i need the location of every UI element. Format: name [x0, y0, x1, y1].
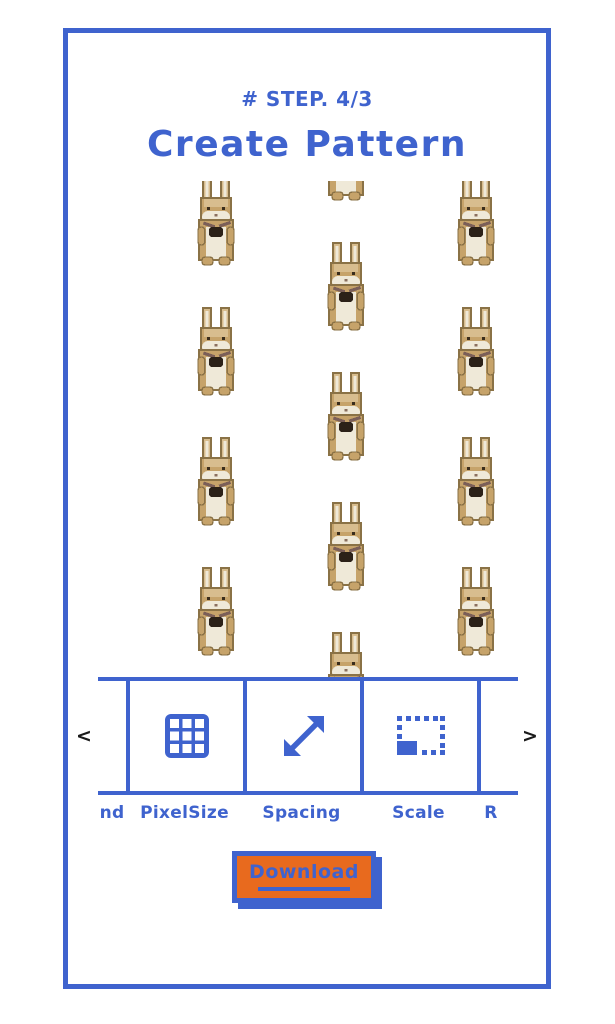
tool-label-spacing: Spacing: [262, 803, 341, 823]
tool-label-clipped-left: nd: [99, 803, 125, 823]
tool-cell-clipped-left[interactable]: [98, 681, 126, 791]
pattern-motif-rabbit: [444, 181, 508, 269]
pattern-motif-rabbit: [314, 498, 378, 594]
pattern-column-3: [444, 181, 508, 677]
download-button[interactable]: Download: [232, 851, 382, 909]
pattern-motif-rabbit: [314, 628, 378, 677]
header: # STEP. 4/3 Create Pattern: [68, 33, 546, 163]
pattern-motif-rabbit: [184, 563, 248, 659]
pattern-motif-rabbit: [184, 303, 248, 399]
tool-carousel: < > nd PixelSize Spacing Scale R: [68, 677, 546, 837]
download-area: Download: [68, 851, 546, 909]
pattern-motif-rabbit: [314, 238, 378, 334]
tool-label-row: nd PixelSize Spacing Scale R: [98, 799, 518, 827]
step-label: # STEP. 4/3: [241, 87, 373, 111]
pattern-motif-rabbit: [184, 181, 248, 269]
pattern-motif-rabbit: [314, 368, 378, 464]
pattern-motif-rabbit: [314, 181, 378, 204]
pattern-motif-rabbit: [184, 433, 248, 529]
pattern-motif-rabbit: [444, 563, 508, 659]
carousel-prev-arrow[interactable]: <: [74, 725, 94, 747]
tool-cell-scale[interactable]: [360, 681, 481, 791]
pattern-column-2: [314, 181, 378, 677]
pattern-column-1: [184, 181, 248, 677]
tool-label-scale: Scale: [392, 803, 445, 823]
pattern-motif-rabbit: [444, 303, 508, 399]
carousel-next-arrow[interactable]: >: [520, 725, 540, 747]
download-button-underline: [258, 887, 350, 891]
dashed-rect-scale-icon: [395, 714, 447, 758]
tool-label-clipped-right: R: [484, 803, 498, 823]
pattern-preview-canvas[interactable]: [68, 181, 546, 677]
diagonal-arrows-icon: [280, 712, 328, 760]
page-title: Create Pattern: [147, 124, 467, 165]
tool-strip: [98, 677, 518, 795]
tool-cell-pixelsize[interactable]: [126, 681, 247, 791]
download-button-face: Download: [237, 856, 371, 898]
tool-cell-clipped-right[interactable]: [477, 681, 505, 791]
pattern-motif-rabbit: [444, 433, 508, 529]
tool-cell-spacing[interactable]: [243, 681, 364, 791]
app-frame: # STEP. 4/3 Create Pattern < > nd PixelS…: [63, 28, 551, 989]
download-button-label: Download: [249, 861, 359, 883]
grid-icon: [163, 712, 211, 760]
tool-label-pixelsize: PixelSize: [140, 803, 229, 823]
